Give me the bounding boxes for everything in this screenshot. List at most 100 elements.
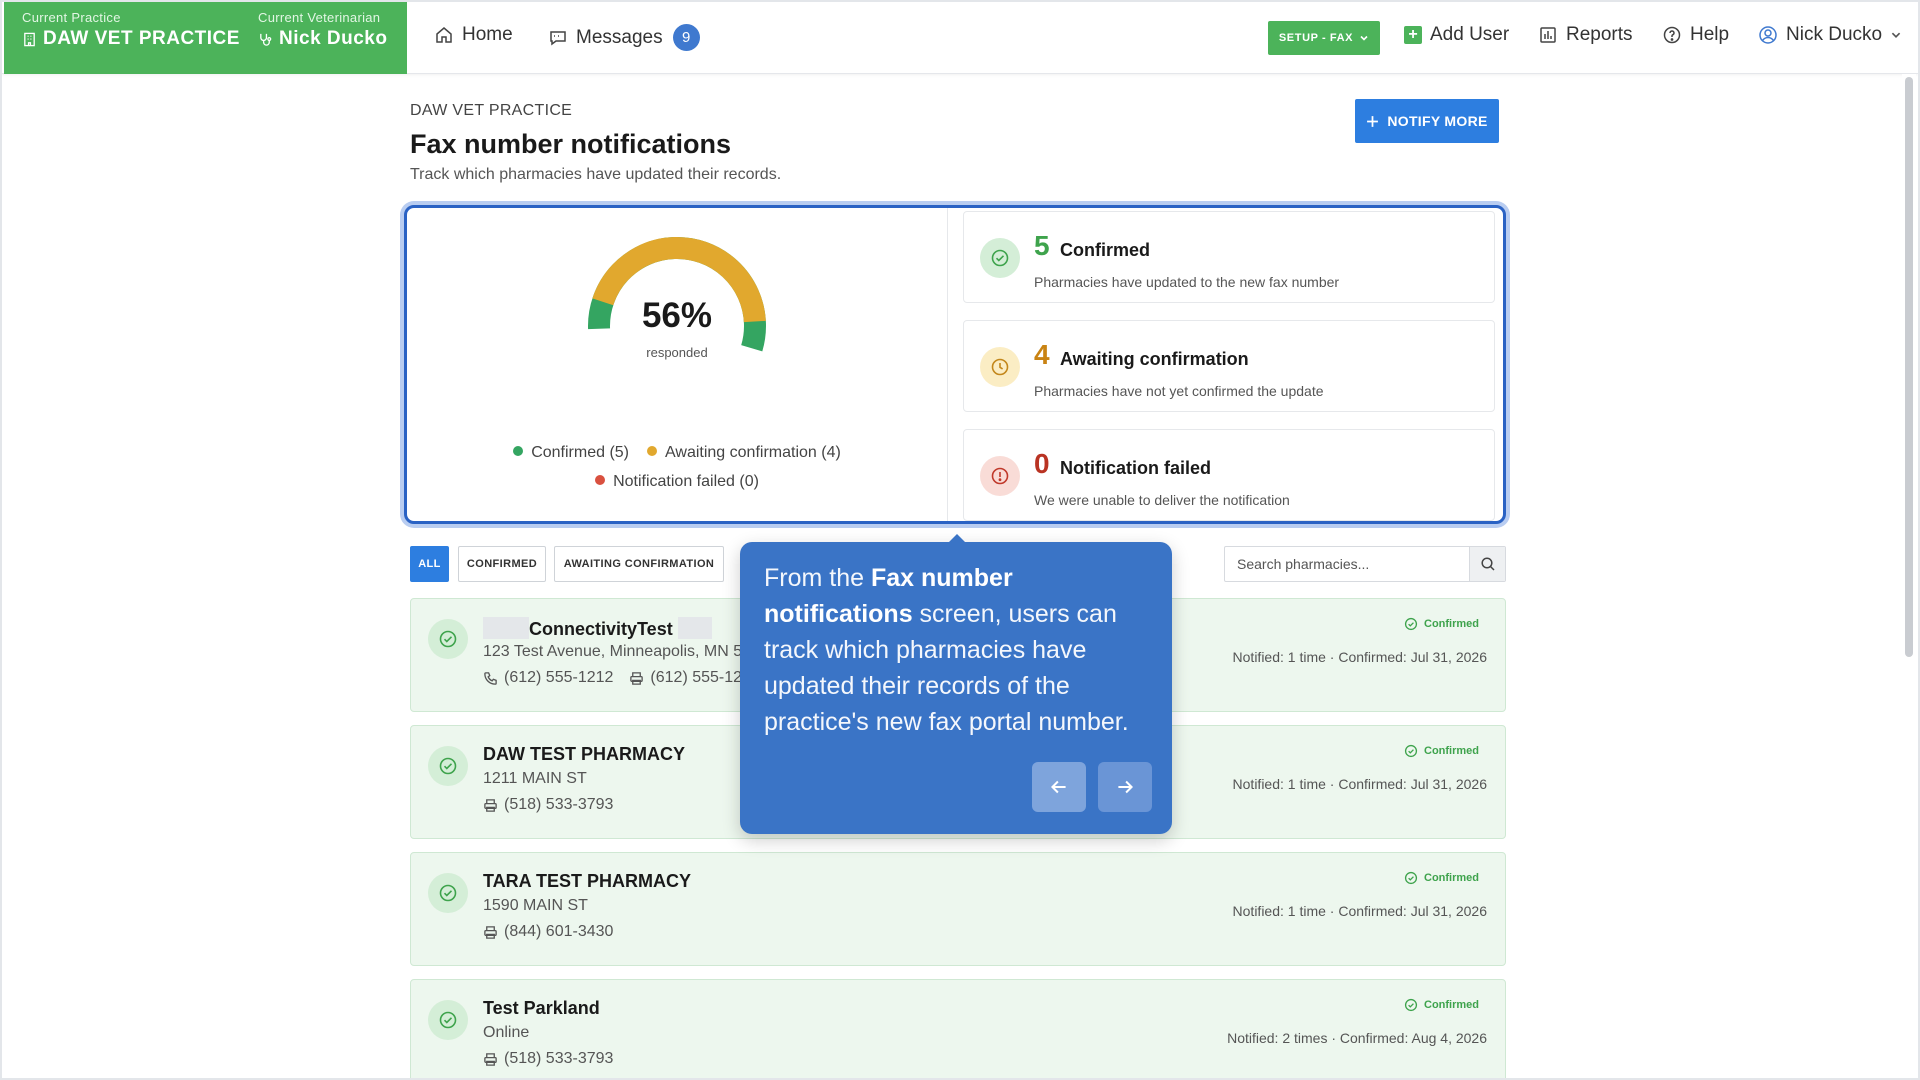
stat-card-failed[interactable]: 0 Notification failed We were unable to … — [963, 429, 1495, 521]
scrollbar-thumb[interactable] — [1905, 77, 1913, 657]
failed-desc: We were unable to deliver the notificati… — [1034, 492, 1290, 508]
search-button[interactable] — [1469, 547, 1505, 581]
check-circle-icon — [1404, 871, 1418, 885]
check-circle-icon — [428, 1000, 468, 1040]
practice-selector[interactable]: Current Practice DAW VET PRACTICE Curren… — [4, 2, 407, 74]
pharmacy-row[interactable]: TARA TEST PHARMACY 1590 MAIN ST (844) 60… — [410, 852, 1506, 966]
app-window: Current Practice DAW VET PRACTICE Curren… — [0, 0, 1920, 1080]
pharmacy-meta: Notified: 2 times · Confirmed: Aug 4, 20… — [1227, 1030, 1487, 1046]
pharmacy-phone: (612) 555-1212 — [483, 669, 613, 687]
reports-icon — [1540, 27, 1556, 43]
printer-icon — [630, 671, 644, 685]
pharmacy-meta: Notified: 1 time · Confirmed: Jul 31, 20… — [1232, 649, 1487, 665]
page-subtitle: Track which pharmacies have updated thei… — [410, 166, 782, 183]
walkthrough-tooltip: From the Fax number notifications screen… — [740, 534, 1172, 834]
legend-awaiting: Awaiting confirmation (4) — [647, 444, 841, 462]
status-badge: Confirmed — [1404, 998, 1479, 1012]
chart-legend-row2: Notification failed (0) — [407, 473, 947, 491]
current-practice[interactable]: Current Practice DAW VET PRACTICE — [22, 10, 240, 50]
current-veterinarian[interactable]: Current Veterinarian Nick Ducko — [258, 10, 387, 50]
user-menu[interactable]: Nick Ducko — [1758, 24, 1902, 46]
filter-awaiting[interactable]: AWAITING CONFIRMATION — [554, 546, 724, 582]
panel-divider — [947, 208, 948, 521]
filter-confirmed[interactable]: CONFIRMED — [458, 546, 546, 582]
search-box — [1224, 546, 1506, 582]
legend-failed: Notification failed (0) — [595, 473, 759, 491]
donut-chart-area: 56% responded Confirmed (5) Awaiting con… — [407, 208, 947, 521]
redacted-text — [483, 617, 529, 639]
help-icon — [1663, 26, 1681, 44]
awaiting-desc: Pharmacies have not yet confirmed the up… — [1034, 383, 1324, 399]
practice-name: DAW VET PRACTICE — [43, 28, 240, 49]
pharmacy-address: Online — [483, 1024, 530, 1041]
stethoscope-icon — [260, 33, 272, 46]
arrow-left-icon — [1050, 780, 1066, 794]
check-circle-icon — [980, 238, 1020, 278]
nav-reports[interactable]: Reports — [1538, 24, 1633, 46]
pharmacy-contact: (518) 533-3793 — [483, 1050, 613, 1068]
donut-label: responded — [646, 345, 708, 360]
building-icon — [24, 32, 35, 46]
setup-label: SETUP - FAX — [1278, 32, 1354, 44]
pharmacy-fax: (612) 555-121 — [629, 669, 751, 687]
add-user-label: Add User — [1430, 24, 1510, 45]
message-icon — [550, 30, 566, 45]
practice-caption: Current Practice — [22, 10, 121, 25]
status-badge: Confirmed — [1404, 617, 1479, 631]
notify-more-label: NOTIFY MORE — [1387, 113, 1488, 129]
help-label: Help — [1690, 24, 1730, 45]
vet-name: Nick Ducko — [279, 28, 388, 49]
nav-messages[interactable]: Messages 9 — [548, 24, 700, 51]
pharmacy-contact: (518) 533-3793 — [483, 796, 613, 814]
reports-label: Reports — [1566, 24, 1633, 45]
printer-icon — [484, 1052, 497, 1066]
redacted-text — [677, 617, 712, 639]
confirmed-desc: Pharmacies have updated to the new fax n… — [1034, 274, 1340, 290]
notify-more-button[interactable]: NOTIFY MORE — [1355, 99, 1499, 143]
pharmacy-name: TARA TEST PHARMACY — [483, 871, 691, 891]
check-circle-icon — [1404, 744, 1418, 758]
pharmacy-fax: (844) 601-3430 — [483, 923, 613, 941]
vet-caption: Current Veterinarian — [258, 10, 381, 25]
pharmacy-address: 1590 MAIN ST — [483, 897, 588, 914]
pharmacy-row[interactable]: Test Parkland Online (518) 533-3793 Conf… — [410, 979, 1506, 1078]
check-circle-icon — [1404, 998, 1418, 1012]
clock-icon — [980, 347, 1020, 387]
check-circle-icon — [428, 746, 468, 786]
pharmacy-name: DAW TEST PHARMACY — [483, 744, 685, 764]
pharmacy-fax: (518) 533-3793 — [483, 1050, 613, 1068]
top-nav-bar: Current Practice DAW VET PRACTICE Curren… — [2, 2, 1918, 74]
search-input[interactable] — [1225, 547, 1471, 581]
plus-icon: + — [1404, 26, 1422, 44]
setup-fax-dropdown[interactable]: SETUP - FAX — [1268, 21, 1380, 55]
user-avatar-icon — [1759, 26, 1777, 44]
status-badge: Confirmed — [1404, 871, 1479, 885]
confirmed-title: Confirmed — [1060, 240, 1150, 260]
messages-count-badge: 9 — [672, 24, 700, 51]
tooltip-text: From the Fax number notifications screen… — [764, 564, 1129, 736]
nav-home[interactable]: Home — [434, 24, 513, 46]
chevron-down-icon — [1891, 32, 1901, 38]
status-badge: Confirmed — [1404, 744, 1479, 758]
breadcrumb: DAW VET PRACTICE — [410, 102, 573, 119]
nav-help[interactable]: Help — [1662, 24, 1729, 46]
printer-icon — [484, 798, 497, 812]
tooltip-next-button[interactable] — [1098, 762, 1152, 812]
user-name: Nick Ducko — [1786, 24, 1883, 45]
pharmacy-address: 1211 MAIN ST — [483, 770, 587, 787]
pharmacy-name: Test Parkland — [483, 998, 600, 1018]
failed-count: 0 — [1034, 448, 1050, 479]
tooltip-back-button[interactable] — [1032, 762, 1086, 812]
donut-percent: 56% — [641, 296, 713, 335]
alert-circle-icon — [980, 456, 1020, 496]
nav-messages-label: Messages — [576, 26, 663, 48]
add-user-button[interactable]: + Add User — [1404, 24, 1509, 46]
filter-all[interactable]: ALL — [410, 546, 449, 582]
check-circle-icon — [1404, 617, 1418, 631]
arrow-right-icon — [1118, 780, 1134, 794]
confirmed-count: 5 — [1034, 230, 1050, 261]
pharmacy-contact: (612) 555-1212 (612) 555-121 — [483, 669, 751, 687]
stat-card-awaiting[interactable]: 4 Awaiting confirmation Pharmacies have … — [963, 320, 1495, 412]
check-circle-icon — [428, 873, 468, 913]
stat-card-confirmed[interactable]: 5 Confirmed Pharmacies have updated to t… — [963, 211, 1495, 303]
